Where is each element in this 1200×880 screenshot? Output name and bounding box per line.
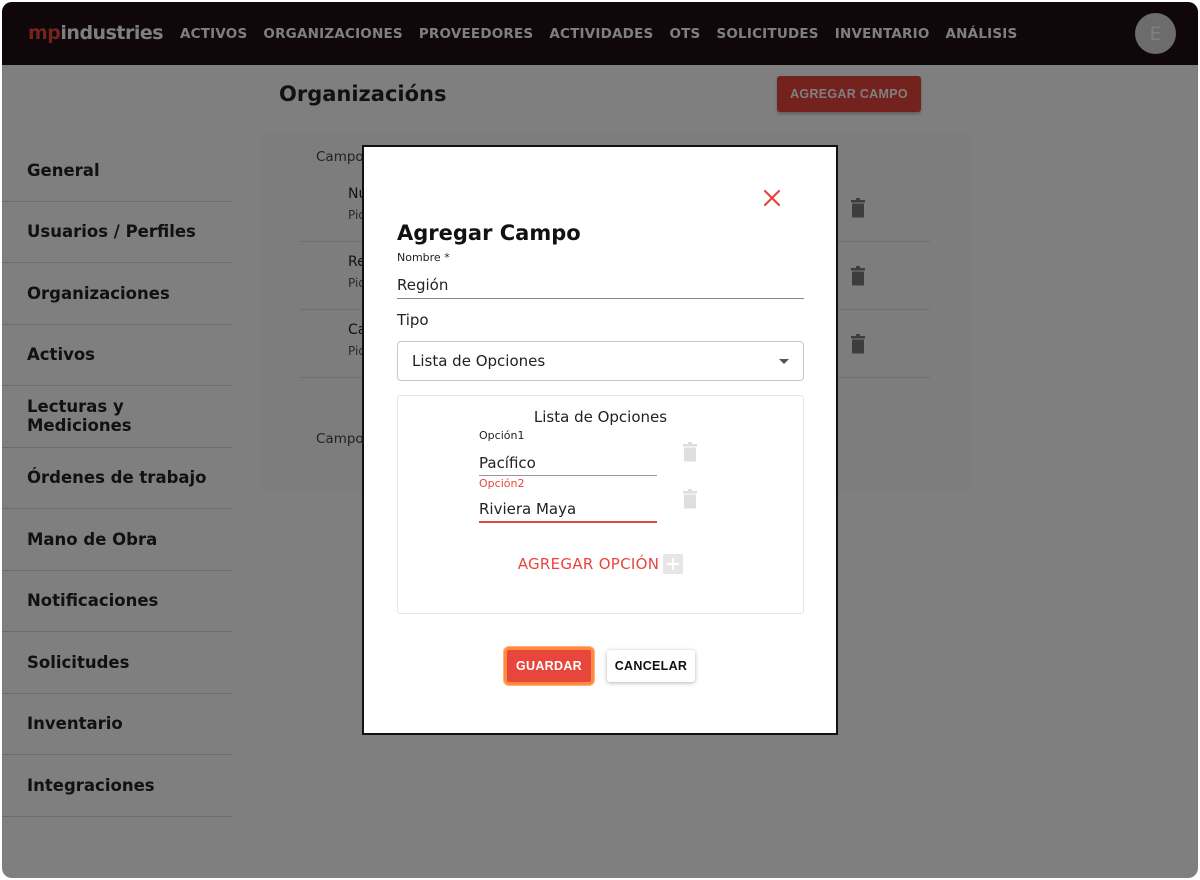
type-select[interactable]: Lista de Opciones (397, 341, 804, 381)
option-2-label: Opción2 (479, 477, 525, 490)
options-list-title: Lista de Opciones (533, 408, 668, 426)
add-option-button[interactable]: AGREGAR OPCIÓN (398, 554, 803, 574)
chevron-down-icon (779, 359, 789, 364)
option-2-input[interactable] (479, 497, 657, 523)
option-1-input[interactable] (479, 450, 657, 476)
trash-icon[interactable] (682, 489, 698, 509)
add-field-dialog: Agregar Campo Nombre * Tipo Lista de Opc… (362, 145, 838, 735)
save-button[interactable]: GUARDAR (504, 647, 594, 685)
type-select-value: Lista de Opciones (412, 352, 546, 370)
options-list-panel: Lista de Opciones Opción1 Opción2 AGREGA… (397, 395, 804, 614)
option-1-label: Opción1 (479, 429, 525, 442)
name-field-label: Nombre * (397, 251, 450, 264)
type-field-label: Tipo (397, 311, 429, 329)
close-icon[interactable] (761, 187, 783, 209)
trash-icon[interactable] (682, 442, 698, 462)
dialog-title: Agregar Campo (397, 221, 581, 245)
add-option-label: AGREGAR OPCIÓN (517, 555, 660, 573)
plus-icon (663, 554, 684, 574)
cancel-button[interactable]: CANCELAR (607, 650, 695, 682)
name-field[interactable] (397, 271, 804, 299)
